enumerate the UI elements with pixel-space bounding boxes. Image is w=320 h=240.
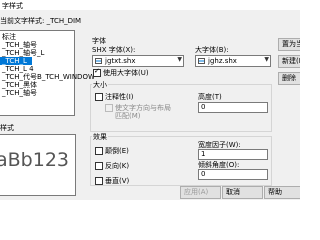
chevron-down-icon: ▼ [264, 56, 269, 63]
list-item[interactable]: _TCH_轴号_L [2, 49, 44, 57]
list-item[interactable]: _TCH_黑体 [2, 81, 37, 89]
text-style-dialog: 字样式 当前文字样式: _TCH_DIM 标注 _TCH_轴号 _TCH_轴号_… [0, 0, 300, 200]
cancel-button[interactable]: 取消 [222, 186, 263, 199]
upside-down-checkbox[interactable] [95, 147, 103, 155]
preview-box: aBb123 [0, 134, 76, 196]
current-style-label: 当前文字样式: _TCH_DIM [0, 17, 82, 25]
list-item[interactable]: _TCH_轴号 [2, 89, 37, 97]
shx-font-select[interactable]: jgtxt.shx ▼ [92, 55, 184, 67]
oblique-input[interactable]: 0 [198, 169, 268, 180]
preview-sample-text: aBb123 [0, 149, 70, 171]
match-orientation-label-2: 匹配(M) [115, 112, 141, 120]
window-title: 字样式 [2, 2, 23, 10]
set-current-button[interactable]: 置为当前 [278, 38, 300, 51]
annotative-checkbox[interactable] [95, 93, 103, 101]
list-item[interactable]: _TCH_L 4 [2, 65, 34, 73]
match-orientation-checkbox[interactable] [105, 104, 113, 112]
preview-label: 样式 [0, 124, 14, 132]
backwards-label: 反向(K) [105, 162, 130, 170]
width-factor-input[interactable]: 1 [198, 149, 268, 160]
upside-down-label: 颠倒(E) [105, 147, 129, 155]
apply-button[interactable]: 应用(A) [180, 186, 221, 199]
list-item[interactable]: 标注 [2, 33, 16, 41]
shx-font-label: SHX 字体(X): [92, 46, 136, 54]
vertical-checkbox[interactable] [95, 177, 103, 185]
new-button[interactable]: 新建(N)... [278, 55, 300, 68]
backwards-checkbox[interactable] [95, 162, 103, 170]
use-big-font-label: 使用大字体(U) [103, 69, 149, 77]
annotative-label: 注释性(I) [105, 93, 134, 101]
font-file-icon [198, 58, 205, 64]
help-button[interactable]: 帮助 [264, 186, 300, 199]
chevron-down-icon: ▼ [177, 56, 182, 63]
list-item[interactable]: _TCH_代号B_TCH_WINDOW [2, 73, 95, 81]
list-item-selected[interactable]: _TCH_L [0, 57, 32, 65]
title-bar: 字样式 [0, 0, 300, 10]
size-section-label: 大小 [92, 80, 108, 90]
big-font-select[interactable]: jghz.shx ▼ [195, 55, 271, 67]
delete-button[interactable]: 删除 [278, 72, 300, 85]
effects-section-label: 效果 [92, 132, 108, 142]
height-label: 高度(T) [198, 93, 222, 101]
font-file-icon [95, 58, 102, 64]
use-big-font-checkbox[interactable] [93, 67, 101, 77]
big-font-label: 大字体(B): [195, 46, 229, 54]
list-item[interactable]: _TCH_轴号 [2, 41, 37, 49]
height-input[interactable]: 0 [198, 102, 268, 113]
style-list[interactable]: 标注 _TCH_轴号 _TCH_轴号_L _TCH_L _TCH_L 4 _TC… [0, 30, 95, 116]
vertical-label: 垂直(V) [105, 177, 130, 185]
